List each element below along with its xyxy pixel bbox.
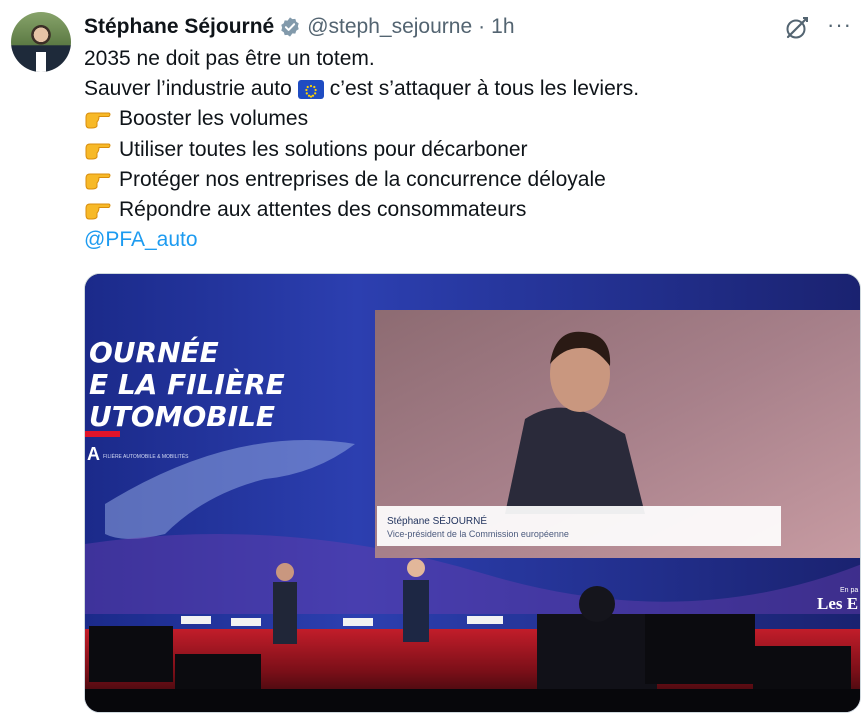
tweet-timestamp[interactable]: 1h — [491, 15, 514, 39]
panel-speaker-1-head — [276, 563, 294, 581]
mention-link[interactable]: @PFA_auto — [84, 225, 198, 255]
stage-monitor — [89, 626, 173, 682]
author-handle[interactable]: @steph_sejourne — [307, 15, 472, 39]
grok-icon[interactable] — [784, 15, 810, 41]
pfa-logo-sub: FILIÈRE AUTOMOBILE & MOBILITÉS — [103, 453, 189, 460]
author-avatar[interactable] — [11, 12, 71, 72]
banner-line-2: E LA FILIÈRE — [89, 367, 285, 401]
tweet-photo[interactable]: Stéphane SÉJOURNÉ Vice-président de la C… — [84, 273, 861, 713]
pfa-red-bar — [85, 431, 120, 437]
separator-dot: · — [478, 15, 486, 38]
tweet-line: @PFA_auto — [84, 225, 854, 255]
pointing-right-emoji-icon — [84, 108, 112, 130]
pointing-right-emoji-icon — [84, 169, 112, 191]
eu-flag-icon — [297, 79, 324, 99]
tweet-header: Stéphane Séjourné @steph_sejourne · 1h ·… — [84, 12, 856, 42]
bullet-text: Protéger nos entreprises de la concurren… — [119, 167, 606, 191]
tweet-body: 2035 ne doit pas être un totem. Sauver l… — [84, 44, 854, 255]
bullet-item: Répondre aux attentes des consommateurs — [84, 195, 854, 225]
chair — [343, 618, 373, 626]
tweet-line: Sauver l’industrie auto c’est s’attaquer… — [84, 74, 854, 104]
more-options-button[interactable]: ··· — [827, 12, 852, 38]
pointing-right-emoji-icon — [84, 139, 112, 161]
stage-monitor — [175, 654, 261, 694]
tweet-line: 2035 ne doit pas être un totem. — [84, 44, 854, 74]
chair — [231, 618, 261, 626]
bullet-text: Booster les volumes — [119, 107, 309, 131]
author-name[interactable]: Stéphane Séjourné — [84, 15, 274, 39]
bullet-item: Booster les volumes — [84, 104, 854, 134]
camera-operator-head — [579, 586, 615, 622]
chair — [467, 616, 503, 624]
tweet-line-2b: c’est s’attaquer à tous les leviers. — [329, 77, 640, 101]
stage-monitor — [645, 614, 755, 684]
chair — [181, 616, 211, 624]
pfa-logo-letter: A — [87, 444, 100, 464]
tweet-line-2a: Sauver l’industrie auto — [84, 77, 292, 101]
screen-caption-role: Vice-président de la Commission européen… — [387, 529, 569, 539]
bullet-text: Utiliser toutes les solutions pour décar… — [119, 137, 528, 161]
corner-small: En pa — [840, 587, 858, 594]
panel-speaker-1 — [273, 582, 297, 644]
verified-badge-icon[interactable] — [279, 16, 301, 38]
avatar-shirt — [36, 52, 46, 72]
panel-speaker-2 — [403, 580, 429, 642]
banner-line-1: OURNÉE — [89, 335, 219, 369]
bullet-item: Protéger nos entreprises de la concurren… — [84, 165, 854, 195]
stage-monitor — [753, 646, 851, 692]
bullet-text: Répondre aux attentes des consommateurs — [119, 197, 527, 221]
pointing-right-emoji-icon — [84, 199, 112, 221]
panel-speaker-2-head — [407, 559, 425, 577]
corner-brand: Les E — [817, 594, 858, 613]
screen-caption-name: Stéphane SÉJOURNÉ — [387, 514, 487, 527]
banner-line-3: UTOMOBILE — [89, 400, 275, 433]
audience-foreground — [85, 689, 860, 712]
bullet-item: Utiliser toutes les solutions pour décar… — [84, 135, 854, 165]
tweet-line-1: 2035 ne doit pas être un totem. — [84, 47, 375, 70]
